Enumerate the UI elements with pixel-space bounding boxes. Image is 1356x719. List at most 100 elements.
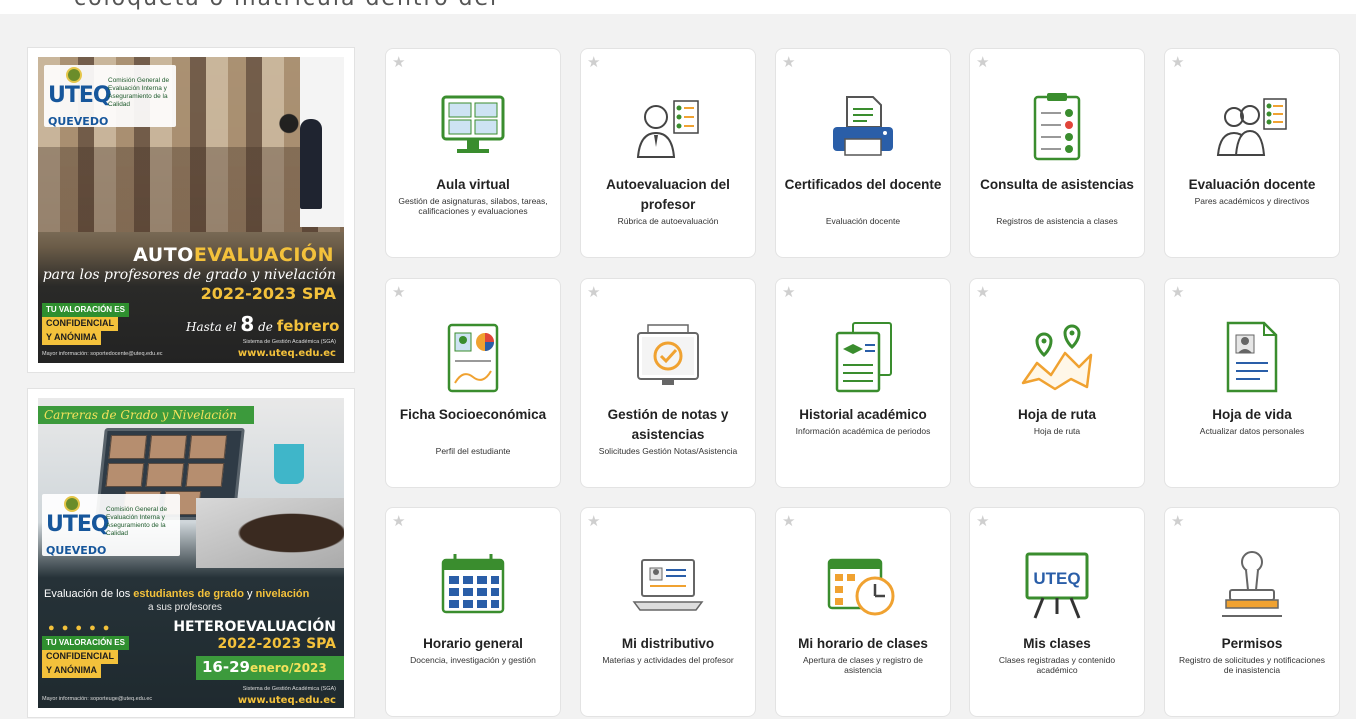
coffee-cup	[274, 444, 304, 484]
promo-web: www.uteq.edu.ec	[237, 348, 336, 359]
tile-horario-general[interactable]: ★ Horario general Docencia, investigació…	[385, 507, 561, 717]
logo-city: QUEVEDO	[46, 544, 107, 557]
documents-icon	[823, 317, 903, 397]
promo-heteroevaluacion[interactable]: Carreras de Grado y Nivelación UTEQ QUEV…	[27, 388, 355, 718]
promo-poster[interactable]: UTEQ QUEVEDO Comisión General de Evaluac…	[38, 57, 344, 363]
favorite-star-icon[interactable]: ★	[782, 514, 798, 530]
favorite-star-icon[interactable]: ★	[976, 285, 992, 301]
logo-org: Comisión General de Evaluación Interna y…	[106, 506, 168, 537]
favorite-star-icon[interactable]: ★	[782, 55, 798, 71]
uteq-logo: UTEQ QUEVEDO Comisión General de Evaluac…	[44, 65, 176, 128]
tile-certificados[interactable]: ★ Certificados del docente Evaluación do…	[775, 48, 951, 258]
tag-valoracion: TU VALORACIÓN ES	[42, 636, 129, 650]
tile-gestion-notas[interactable]: ★ Gestión de notas y asistencias Solicit…	[580, 278, 756, 488]
tile-desc: Hoja de ruta	[1033, 426, 1081, 436]
tile-desc: Evaluación docente	[825, 216, 901, 226]
tag-confidencial: CONFIDENCIAL	[42, 650, 118, 664]
tile-title: Hoja de ruta	[1017, 407, 1096, 422]
tile-desc: Solicitudes Gestión Notas/Asistencia	[598, 446, 738, 456]
page: coloqueta o matricula dentro del UTEQ QU…	[0, 0, 1356, 719]
teacher-figure	[300, 119, 322, 209]
tile-desc: Clases registradas y contenido académico	[998, 655, 1116, 675]
calendar-icon	[433, 546, 513, 626]
tile-title: Certificados del docente	[784, 177, 942, 192]
top-banner-text: coloqueta o matricula dentro del	[74, 0, 498, 11]
promo-poster[interactable]: Carreras de Grado y Nivelación UTEQ QUEV…	[38, 398, 344, 708]
laptop-id-icon	[628, 546, 708, 626]
tile-desc: Docencia, investigación y gestión	[410, 655, 536, 665]
tag-anonima: Y ANÓNIMA	[42, 664, 102, 678]
tile-title: Gestión de notas y asistencias	[607, 407, 729, 442]
tag-anonima: Y ANÓNIMA	[42, 331, 102, 345]
people-checklist-icon	[1212, 87, 1292, 167]
favorite-star-icon[interactable]: ★	[1171, 514, 1187, 530]
tag-confidencial: CONFIDENCIAL	[42, 317, 118, 331]
tile-hoja-de-vida[interactable]: ★ Hoja de vida Actualizar datos personal…	[1164, 278, 1340, 488]
favorite-star-icon[interactable]: ★	[1171, 285, 1187, 301]
favorite-star-icon[interactable]: ★	[392, 55, 408, 71]
tile-aula-virtual[interactable]: ★ Aula virtual Gestión de asignaturas, s…	[385, 48, 561, 258]
top-banner: coloqueta o matricula dentro del	[0, 0, 1356, 14]
promo-system: Sistema de Gestión Académica (SGA)	[242, 339, 336, 345]
rating-dots: ● ● ● ● ●	[48, 622, 112, 634]
favorite-star-icon[interactable]: ★	[392, 514, 408, 530]
tile-mis-clases[interactable]: ★ UTEQ Mis clases Clases registradas y c…	[969, 507, 1145, 717]
tile-desc: Apertura de clases y registro de asisten…	[802, 655, 923, 675]
promo-headline: AUTOEVALUACIÓN	[133, 244, 334, 266]
tile-desc: Registros de asistencia a clases	[996, 216, 1118, 226]
tile-title: Consulta de asistencias	[980, 177, 1134, 192]
promo-info: Mayor información: soportedocente@uteq.e…	[42, 351, 163, 357]
tile-title: Permisos	[1221, 636, 1283, 651]
tile-title: Hoja de vida	[1212, 407, 1292, 422]
tile-mi-distributivo[interactable]: ★ Mi distributivo Materias y actividades…	[580, 507, 756, 717]
monitor-check-icon	[628, 317, 708, 397]
tile-asistencias[interactable]: ★ Consulta de asistencias Registros de a…	[969, 48, 1145, 258]
favorite-star-icon[interactable]: ★	[587, 55, 603, 71]
tile-title: Ficha Socioeconómica	[399, 407, 547, 422]
favorite-star-icon[interactable]: ★	[976, 55, 992, 71]
favorite-star-icon[interactable]: ★	[587, 285, 603, 301]
favorite-star-icon[interactable]: ★	[782, 285, 798, 301]
promo-dates: 16-29enero/2023	[196, 656, 344, 680]
tile-autoevaluacion[interactable]: ★ Autoevaluacion del profesor Rúbrica de…	[580, 48, 756, 258]
favorite-star-icon[interactable]: ★	[1171, 55, 1187, 71]
tile-title: Evaluación docente	[1188, 177, 1316, 192]
tag-valoracion: TU VALORACIÓN ES	[42, 303, 129, 317]
tile-desc: Rúbrica de autoevaluación	[617, 216, 719, 226]
tile-ficha-socioeconomica[interactable]: ★ Ficha Socioeconómica Perfil del estudi…	[385, 278, 561, 488]
seal-icon	[64, 496, 80, 512]
logo-text: UTEQ	[46, 512, 110, 537]
tile-permisos[interactable]: ★ Permisos Registro de solicitudes y not…	[1164, 507, 1340, 717]
favorite-star-icon[interactable]: ★	[392, 285, 408, 301]
tile-title: Historial académico	[799, 407, 927, 422]
tile-title: Aula virtual	[436, 177, 510, 192]
promo-headline: HETEROEVALUACIÓN	[173, 619, 336, 635]
promo-period: 2022-2023 SPA	[200, 284, 336, 303]
logo-city: QUEVEDO	[48, 115, 109, 128]
promo-deadline: Hasta el 8 de febrero	[186, 312, 340, 336]
map-route-icon	[1017, 317, 1097, 397]
promo-script: para los profesores de grado y nivelació…	[42, 267, 336, 283]
tile-mi-horario[interactable]: ★ Mi horario de clases Apertura de clase…	[775, 507, 951, 717]
favorite-star-icon[interactable]: ★	[976, 514, 992, 530]
tile-evaluacion-docente[interactable]: ★ Evaluación docente Pares académicos y …	[1164, 48, 1340, 258]
tile-desc: Materias y actividades del profesor	[602, 655, 734, 665]
promo-period: 2022-2023 SPA	[217, 636, 336, 652]
promo-autoevaluacion[interactable]: UTEQ QUEVEDO Comisión General de Evaluac…	[27, 47, 355, 373]
tile-desc: Perfil del estudiante	[435, 446, 511, 456]
tile-title: Mi distributivo	[621, 636, 715, 651]
tile-desc: Actualizar datos personales	[1199, 426, 1305, 436]
promo-ribbon: Carreras de Grado y Nivelación	[38, 406, 254, 424]
tile-hoja-de-ruta[interactable]: ★ Hoja de ruta Hoja de ruta	[969, 278, 1145, 488]
seal-icon	[66, 67, 82, 83]
logo-org: Comisión General de Evaluación Interna y…	[108, 77, 170, 108]
tile-historial[interactable]: ★ Historial académico Información académ…	[775, 278, 951, 488]
person-checklist-icon	[628, 87, 708, 167]
clipboard-check-icon	[1017, 87, 1097, 167]
stamp-icon	[1212, 546, 1292, 626]
tile-title: Mis clases	[1023, 636, 1091, 651]
cv-document-icon	[1212, 317, 1292, 397]
favorite-star-icon[interactable]: ★	[587, 514, 603, 530]
promo-system: Sistema de Gestión Académica (SGA)	[242, 686, 336, 692]
tile-desc: Registro de solicitudes y notificaciones…	[1179, 655, 1325, 675]
